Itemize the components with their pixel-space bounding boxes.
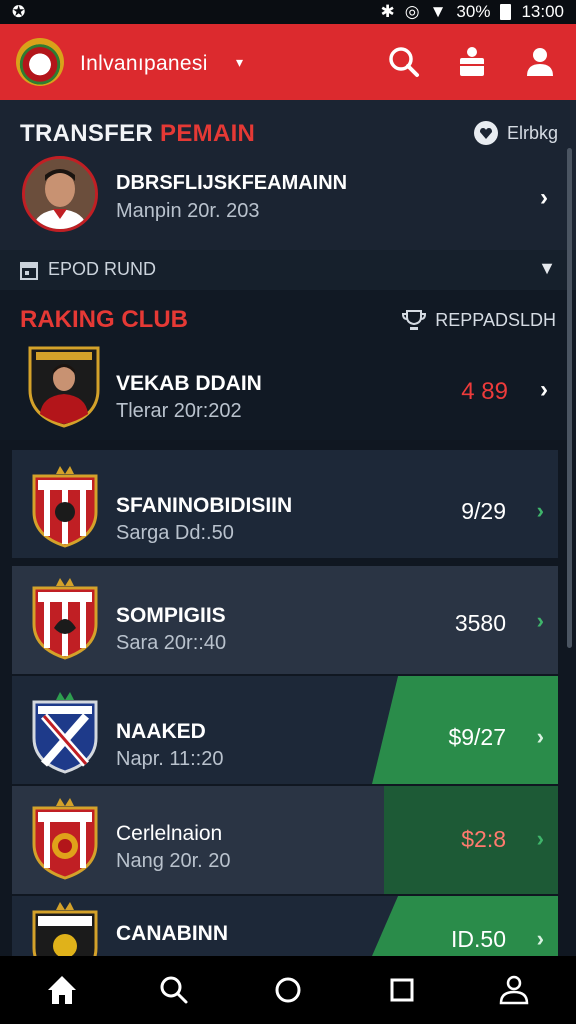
club-score: ID.50	[451, 926, 506, 952]
heart-shield-icon	[473, 121, 498, 145]
ranking-section: RAKING CLUB REPPADSLDH VEKAB DDAIN Tlera…	[0, 290, 576, 440]
club-name: SOMPIGIIS	[116, 604, 226, 627]
round-filter-label: EPOD RUND	[48, 259, 157, 279]
transfer-title: TRANSFER PEMAIN	[20, 120, 256, 147]
profile-icon[interactable]	[492, 968, 536, 1012]
club-crest	[32, 902, 98, 956]
player-photo	[25, 159, 95, 229]
alarm-icon: ◎	[404, 2, 420, 21]
trophy-icon	[402, 310, 427, 330]
club-name: CANABINN	[116, 922, 228, 945]
player-subtitle: Manpin 20r. 203	[116, 200, 260, 222]
top-club-score: 4 89	[461, 378, 508, 405]
transfer-filter-button[interactable]: Elrbkg	[473, 120, 558, 146]
top-club-name: VEKAB DDAIN	[116, 372, 262, 395]
transfer-section: TRANSFER PEMAIN Elrbkg DBRSFLIJSKFEAMAIN…	[0, 100, 576, 250]
recent-apps-icon[interactable]	[380, 968, 424, 1012]
ranking-title: RAKING CLUB	[20, 306, 188, 333]
search-icon[interactable]	[152, 968, 196, 1012]
club-crest	[32, 798, 98, 880]
club-crest	[32, 466, 98, 548]
chevron-right-icon[interactable]: ›	[537, 826, 544, 852]
club-crest	[32, 578, 98, 660]
club-list: SFANINOBIDISIIN Sarga Dd:.50 9/29 › SOMP…	[12, 450, 558, 956]
list-item[interactable]: NAAKED Napr. 11::20 $9/27 ›	[12, 676, 558, 784]
wifi-icon: ▼	[429, 2, 447, 21]
top-club-subtitle: Tlerar 20r:202	[116, 400, 242, 422]
briefcase-icon[interactable]	[454, 44, 490, 80]
chevron-down-icon[interactable]: ▾	[236, 54, 243, 71]
battery-level: 30%	[456, 2, 491, 21]
list-item[interactable]: SOMPIGIIS Sara 20r::40 3580 ›	[12, 566, 558, 674]
chevron-right-icon[interactable]: ›	[540, 376, 548, 404]
club-subtitle: Napr. 11::20	[116, 748, 224, 770]
top-club-crest[interactable]	[26, 344, 102, 428]
bottom-navigation	[0, 956, 576, 1024]
ranking-action-button[interactable]: REPPADSLDH	[401, 308, 556, 332]
search-icon[interactable]	[386, 44, 422, 80]
chevron-right-icon[interactable]: ›	[537, 724, 544, 750]
club-name: Cerlelnaion	[116, 822, 223, 845]
round-filter[interactable]: EPOD RUND ▼	[0, 250, 576, 290]
player-name: DBRSFLIJSKFEAMAINN	[116, 172, 348, 194]
battery-icon	[500, 4, 512, 20]
list-item[interactable]: CANABINN ID.50 ›	[12, 896, 558, 956]
status-bar: ✪ ✱ ◎ ▼ 30% 13:00	[0, 0, 576, 24]
calendar-icon	[20, 262, 38, 280]
app-notification-icon: ✪	[12, 4, 26, 21]
player-avatar[interactable]	[22, 156, 98, 232]
app-title[interactable]: Inlvanıpanesi	[80, 52, 208, 76]
club-score: 9/29	[461, 498, 506, 524]
club-subtitle: Sara 20r::40	[116, 632, 227, 654]
clock: 13:00	[521, 2, 564, 21]
list-item[interactable]: Cerlelnaion Nang 20r. 20 $2:8 ›	[12, 786, 558, 894]
app-logo	[16, 38, 64, 86]
chevron-right-icon[interactable]: ›	[537, 498, 544, 524]
scrollbar[interactable]	[567, 148, 572, 648]
dropdown-caret-icon[interactable]: ▼	[538, 258, 556, 279]
club-crest	[32, 692, 98, 774]
club-score: 3580	[454, 610, 506, 636]
app-header: Inlvanıpanesi ▾	[0, 24, 576, 100]
club-score: $9/27	[448, 724, 506, 750]
club-subtitle: Nang 20r. 20	[116, 850, 231, 872]
chevron-right-icon[interactable]: ›	[540, 184, 548, 212]
club-name: NAAKED	[116, 720, 206, 743]
club-name: SFANINOBIDISIIN	[116, 494, 293, 517]
bluetooth-icon: ✱	[380, 2, 395, 21]
home-circle-icon[interactable]	[266, 968, 310, 1012]
chevron-right-icon[interactable]: ›	[537, 608, 544, 634]
club-subtitle: Sarga Dd:.50	[116, 522, 234, 544]
club-score: $2:8	[461, 826, 506, 852]
chevron-right-icon[interactable]: ›	[537, 926, 544, 952]
home-icon[interactable]	[40, 968, 84, 1012]
list-item[interactable]: SFANINOBIDISIIN Sarga Dd:.50 9/29 ›	[12, 450, 558, 558]
user-icon[interactable]	[522, 44, 558, 80]
